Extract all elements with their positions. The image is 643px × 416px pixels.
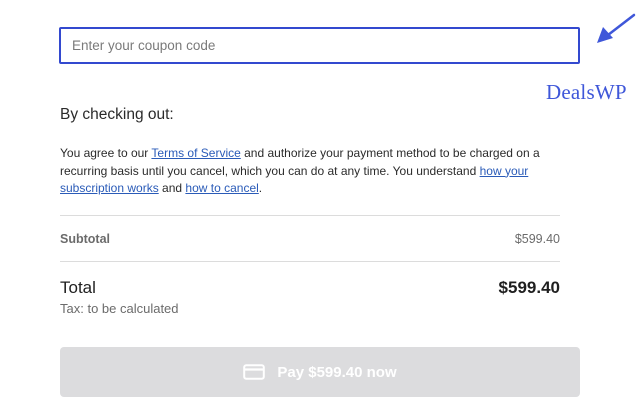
coupon-code-input[interactable] [59,27,580,64]
divider [60,215,560,216]
arrow-pointer-icon [597,13,636,43]
total-value: $599.40 [498,278,560,297]
checkout-heading: By checking out: [60,106,174,123]
divider [60,261,560,262]
terms-text-4: . [258,181,263,195]
terms-text-3: and [158,181,186,195]
terms-paragraph: You agree to our Terms of Service and au… [60,145,560,198]
subtotal-label: Subtotal [60,232,110,246]
checkout-page: DealsWP By checking out: You agree to ou… [0,0,643,416]
credit-card-icon [243,364,266,380]
subtotal-value: $599.40 [514,232,560,246]
how-to-cancel-link[interactable]: how to cancel [185,181,258,195]
tax-note: Tax: to be calculated [60,301,179,316]
total-label: Total [60,278,96,297]
pay-button-label: Pay $599.40 now [277,363,397,381]
terms-of-service-link[interactable]: Terms of Service [151,146,240,160]
dealswp-watermark: DealsWP [546,80,627,104]
terms-text-1: You agree to our [60,146,152,160]
pay-now-button[interactable]: Pay $599.40 now [60,347,580,397]
